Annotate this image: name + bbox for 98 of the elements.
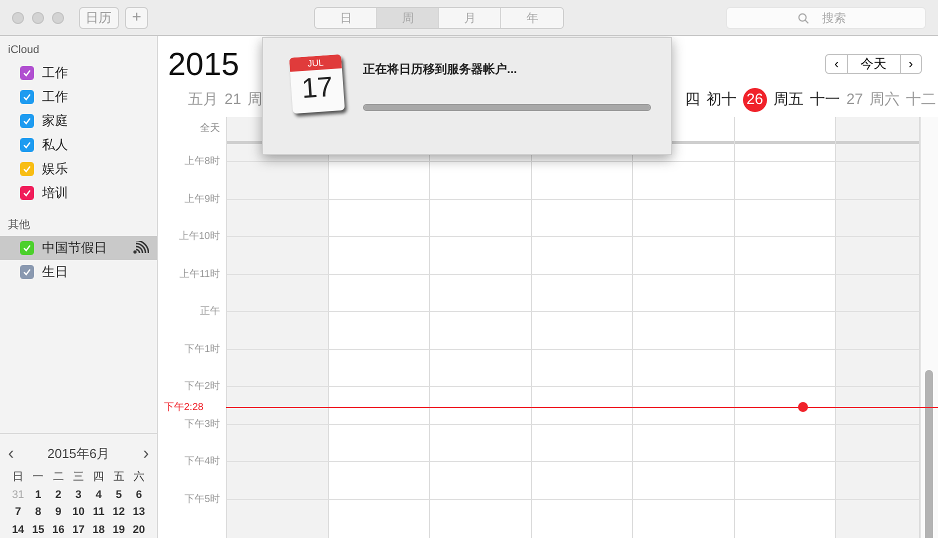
day-header-text: 周五	[773, 90, 804, 110]
calendar-name: 生日	[42, 262, 68, 281]
calendar-name: 娱乐	[42, 160, 68, 178]
check-icon	[22, 164, 32, 174]
check-icon	[22, 92, 32, 102]
hour-label: 上午8时	[184, 154, 220, 169]
hour-label: 上午9时	[184, 192, 220, 206]
day-number[interactable]: 1	[28, 486, 48, 503]
hour-label: 正午	[200, 305, 220, 319]
hour-label: 上午10时	[178, 230, 220, 244]
weekday-label: 日	[12, 470, 25, 485]
month-title: 2015年6月	[47, 444, 110, 462]
day-header-text: 十二	[906, 90, 936, 110]
hour-label: 下午2时	[184, 380, 220, 394]
hour-label: 下午5时	[184, 492, 220, 506]
group-heading: 其他	[7, 218, 31, 233]
check-icon	[22, 266, 32, 276]
day-number[interactable]: 15	[28, 522, 48, 538]
weekday-label: 五	[112, 470, 126, 485]
icon-month-label: JUL	[289, 54, 342, 72]
weekday-label: 四	[92, 470, 106, 485]
weekday-label: 三	[72, 470, 85, 485]
day-header-text: 27	[846, 90, 863, 110]
checkbox[interactable]	[20, 240, 34, 254]
hour-label: 下午3时	[184, 418, 220, 432]
day-number[interactable]: 18	[88, 522, 109, 538]
day-number[interactable]: 5	[108, 486, 129, 503]
checkbox[interactable]	[20, 90, 34, 104]
day-number[interactable]: 8	[28, 504, 48, 520]
previous-week-button[interactable]: ‹	[825, 54, 848, 74]
day-number[interactable]: 12	[108, 504, 129, 520]
day-number[interactable]: 4	[88, 486, 109, 503]
checkbox[interactable]	[20, 162, 34, 176]
checkbox[interactable]	[20, 114, 34, 128]
day-number[interactable]: 17	[68, 522, 89, 538]
day-header-text: 周	[248, 90, 263, 110]
check-icon	[22, 242, 32, 252]
dialog-message: 正在将日历移到服务器帐户...	[363, 61, 518, 78]
day-number[interactable]: 13	[128, 504, 149, 520]
day-number[interactable]: 20	[128, 522, 149, 538]
group-heading: iCloud	[7, 43, 40, 58]
calendar-item[interactable]: 生日	[0, 260, 157, 284]
day-header-text: 十一	[810, 90, 840, 110]
zoom-window-button[interactable]	[52, 12, 64, 24]
all-day-label: 全天	[199, 122, 221, 136]
checkbox[interactable]	[20, 66, 34, 80]
calendar-name: 培训	[42, 184, 68, 202]
day-number[interactable]: 14	[8, 522, 28, 538]
day-number[interactable]: 10	[68, 504, 89, 520]
check-icon	[22, 188, 32, 198]
day-header-text: 初十	[706, 90, 736, 110]
close-window-button[interactable]	[12, 12, 24, 24]
calendar-name: 中国节假日	[42, 238, 107, 257]
minimize-window-button[interactable]	[32, 12, 44, 24]
day-number[interactable]: 19	[108, 522, 129, 538]
calendar-item[interactable]: 中国节假日	[0, 236, 157, 260]
day-header-text: 21	[224, 90, 242, 110]
checkbox[interactable]	[20, 138, 34, 152]
day-number[interactable]: 6	[128, 486, 149, 503]
hour-label: 下午4时	[184, 454, 220, 469]
week-title: 2015	[168, 45, 240, 84]
day-number[interactable]: 9	[48, 504, 68, 520]
check-icon	[22, 140, 32, 150]
hour-label: 下午1时	[184, 342, 220, 356]
calendar-name: 工作	[42, 88, 68, 106]
checkbox[interactable]	[20, 264, 34, 278]
weekday-label: 二	[52, 470, 65, 485]
hour-label: 上午11时	[180, 268, 220, 282]
today-date: 26	[742, 88, 767, 112]
calendar-item[interactable]: 工作	[0, 84, 157, 108]
scrollbar[interactable]	[920, 117, 938, 538]
calendar-name: 私人	[42, 136, 68, 154]
calendar-item[interactable]: 培训	[0, 180, 157, 204]
calendar-item[interactable]: 工作	[0, 60, 157, 84]
calendar-item[interactable]: 娱乐	[0, 156, 157, 180]
day-header-text: 四	[684, 90, 700, 110]
search-field[interactable]: 搜索	[726, 6, 926, 28]
weekday-label: 六	[132, 470, 146, 485]
day-header-text: 五月	[188, 90, 218, 110]
day-number[interactable]: 3	[68, 486, 89, 503]
check-icon	[22, 68, 32, 78]
next-month-button[interactable]: ›	[143, 445, 149, 462]
calendar-item[interactable]: 私人	[0, 132, 157, 156]
day-number[interactable]: 7	[8, 504, 28, 520]
previous-month-button[interactable]: ‹	[8, 445, 14, 462]
next-week-button[interactable]: ›	[900, 54, 922, 74]
day-number[interactable]: 2	[48, 486, 68, 503]
calendar-name: 家庭	[42, 112, 68, 130]
checkbox[interactable]	[20, 186, 34, 200]
weekday-label: 一	[32, 470, 45, 485]
check-icon	[22, 116, 32, 126]
icon-day-label: 17	[300, 70, 334, 106]
day-number[interactable]: 16	[48, 522, 68, 538]
calendar-item[interactable]: 家庭	[0, 108, 157, 132]
calendar-name: 工作	[42, 64, 68, 82]
day-header-text: 周六	[870, 90, 900, 110]
today-button[interactable]: 今天	[848, 54, 900, 74]
day-number[interactable]: 11	[88, 504, 109, 520]
